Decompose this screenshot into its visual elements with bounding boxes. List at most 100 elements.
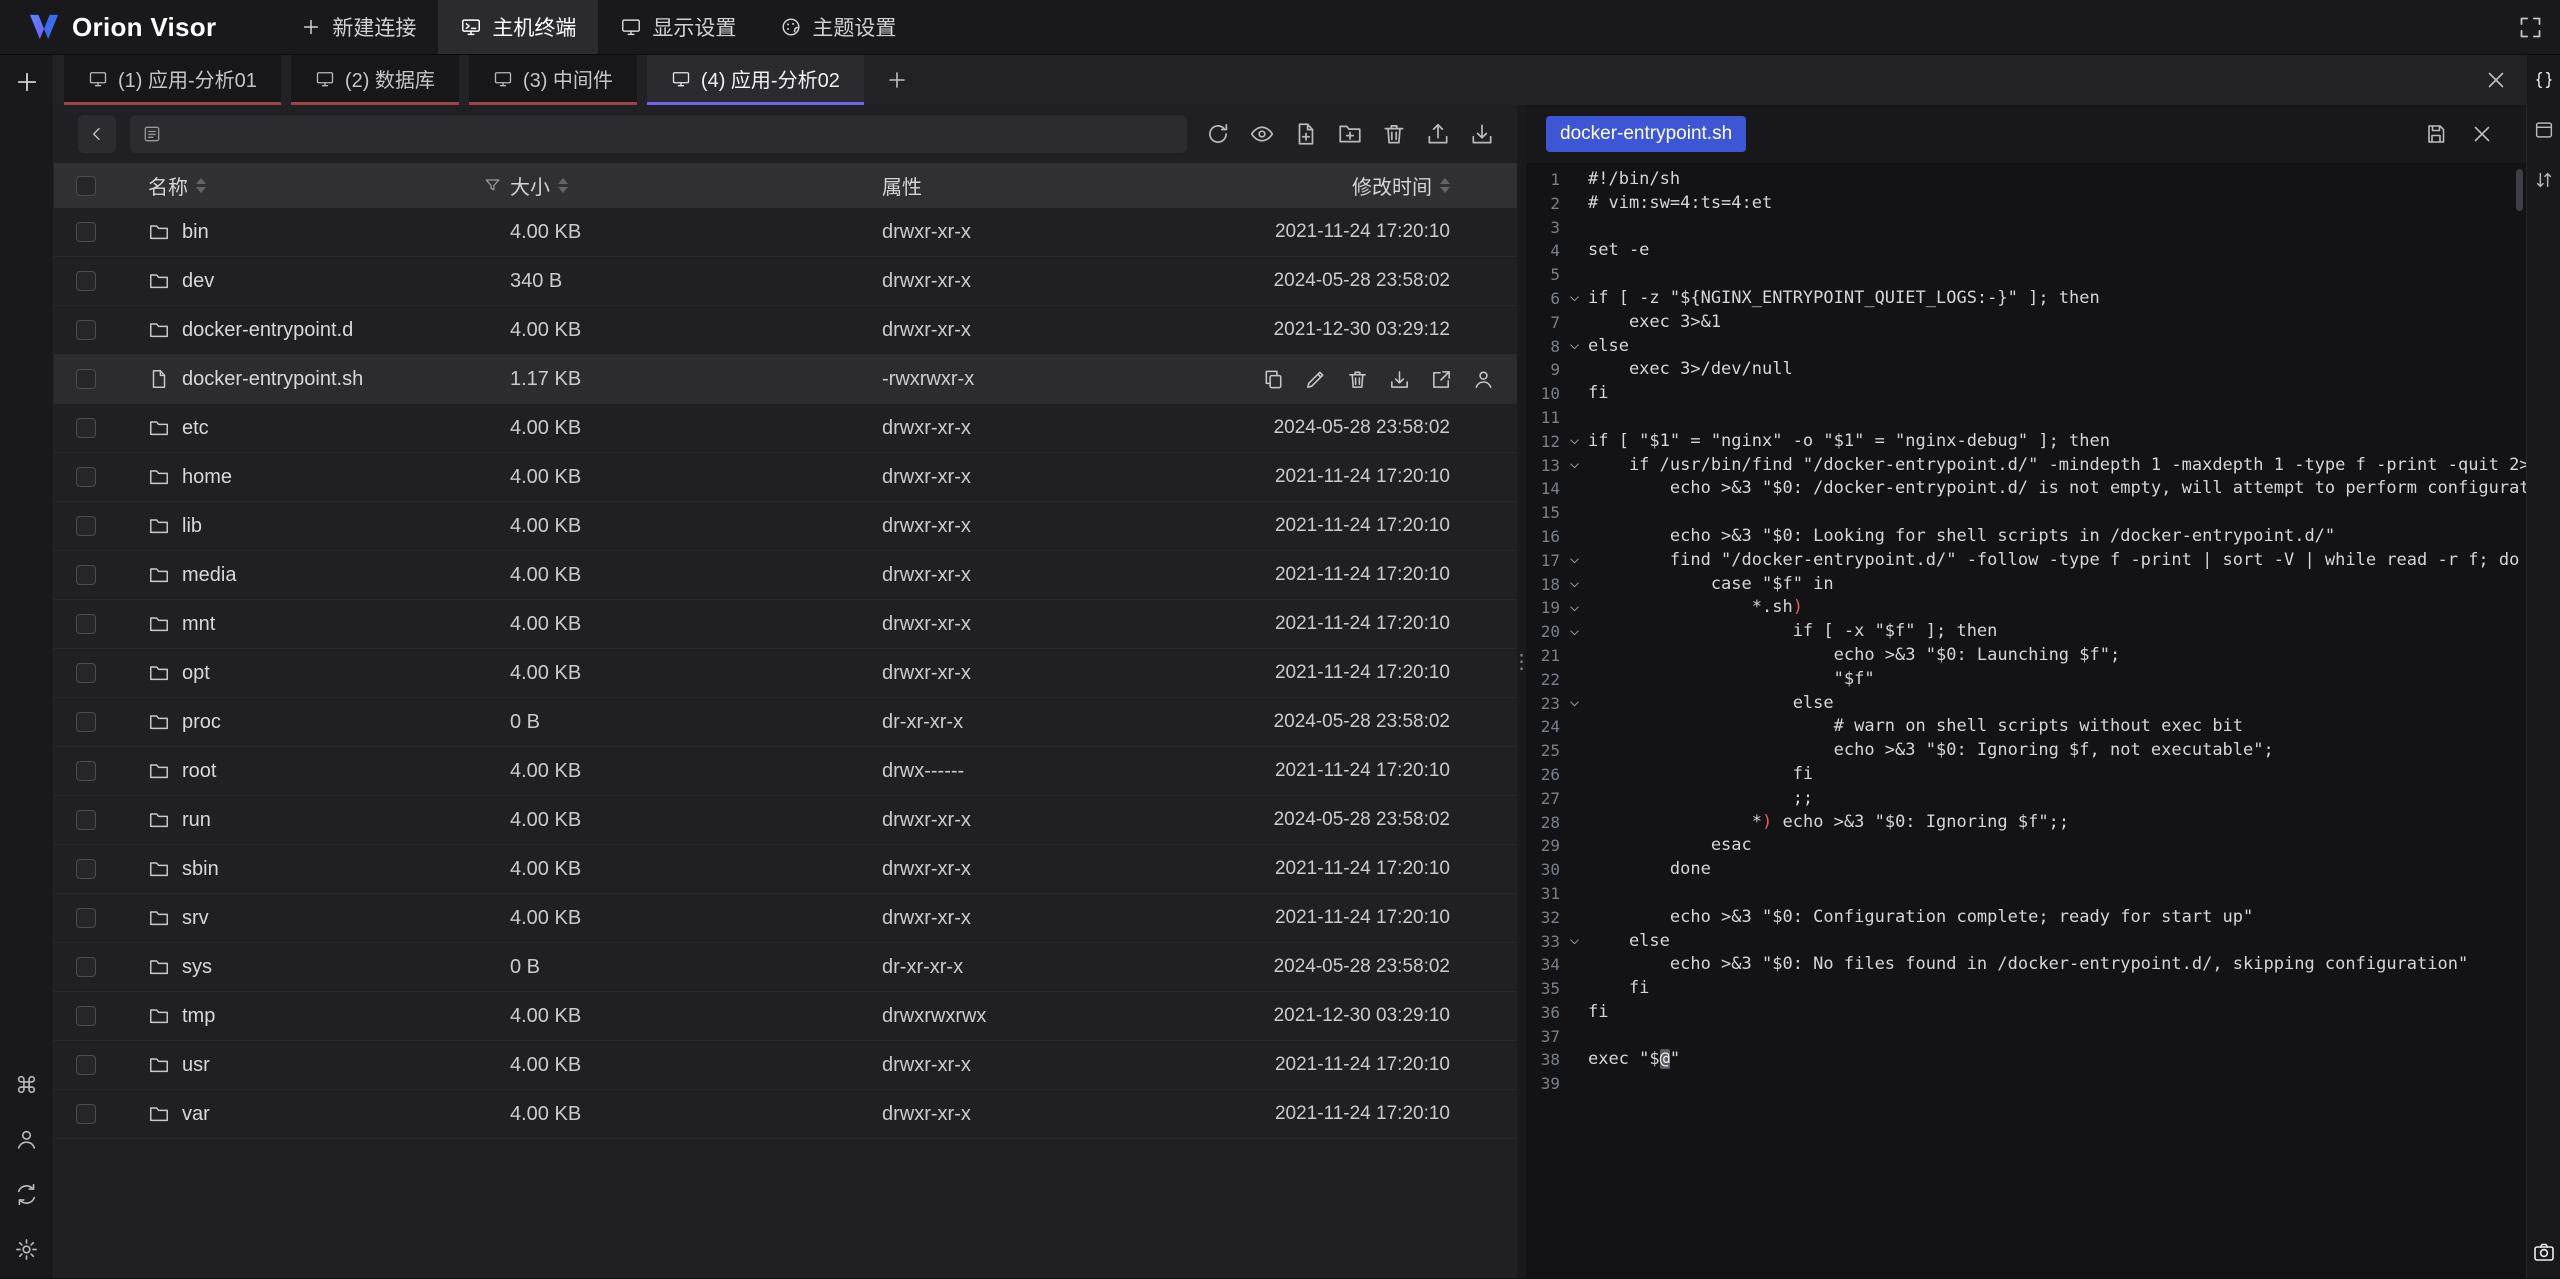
panel-window-icon[interactable] — [2533, 119, 2555, 141]
row-checkbox[interactable] — [76, 1006, 96, 1026]
sort-name-icon[interactable] — [196, 178, 206, 193]
row-checkbox[interactable] — [76, 271, 96, 291]
nav-item-theme-settings[interactable]: 主题设置 — [758, 0, 918, 54]
upload-icon[interactable] — [1425, 121, 1451, 147]
table-row[interactable]: dev 340 B drwxr-xr-x 2024-05-28 23:58:02 — [54, 257, 1517, 306]
table-row[interactable]: opt 4.00 KB drwxr-xr-x 2021-11-24 17:20:… — [54, 649, 1517, 698]
download-file-icon[interactable] — [1388, 368, 1411, 391]
table-row[interactable]: media 4.00 KB drwxr-xr-x 2021-11-24 17:2… — [54, 551, 1517, 600]
table-row[interactable]: docker-entrypoint.sh 1.17 KB -rwxrwxr-x — [54, 355, 1517, 404]
path-input[interactable] — [172, 123, 1175, 145]
row-checkbox[interactable] — [76, 516, 96, 536]
fold-caret-icon[interactable] — [1560, 549, 1588, 573]
screenshot-camera-icon[interactable] — [2532, 1240, 2556, 1264]
row-checkbox[interactable] — [76, 369, 96, 389]
table-row[interactable]: run 4.00 KB drwxr-xr-x 2024-05-28 23:58:… — [54, 796, 1517, 845]
fold-caret-icon[interactable] — [1560, 454, 1588, 478]
path-history-icon[interactable] — [142, 124, 162, 144]
delete-icon[interactable] — [1381, 121, 1407, 147]
row-checkbox[interactable] — [76, 761, 96, 781]
fold-caret-icon[interactable] — [1560, 335, 1588, 359]
app-logo[interactable]: Orion Visor — [28, 12, 216, 43]
row-checkbox[interactable] — [76, 467, 96, 487]
row-checkbox[interactable] — [76, 418, 96, 438]
table-row[interactable]: usr 4.00 KB drwxr-xr-x 2021-11-24 17:20:… — [54, 1041, 1517, 1090]
fold-caret-icon[interactable] — [1560, 430, 1588, 454]
add-tab-button[interactable] — [874, 55, 920, 105]
delete-file-icon[interactable] — [1346, 368, 1369, 391]
braces-config-icon[interactable] — [2533, 69, 2555, 91]
terminal-tab-1[interactable]: (1) 应用-分析01 — [64, 55, 281, 105]
editor-scrollbar[interactable] — [2516, 169, 2523, 211]
sync-icon[interactable] — [14, 1182, 39, 1207]
row-checkbox[interactable] — [76, 1055, 96, 1075]
row-checkbox[interactable] — [76, 614, 96, 634]
fold-caret-icon[interactable] — [1560, 596, 1588, 620]
row-checkbox[interactable] — [76, 320, 96, 340]
refresh-icon[interactable] — [1205, 121, 1231, 147]
permission-icon[interactable] — [1472, 368, 1495, 391]
terminal-tab-2[interactable]: (2) 数据库 — [291, 55, 459, 105]
fold-caret-icon[interactable] — [1560, 930, 1588, 954]
table-row[interactable]: proc 0 B dr-xr-xr-x 2024-05-28 23:58:02 — [54, 698, 1517, 747]
row-checkbox[interactable] — [76, 810, 96, 830]
table-row[interactable]: etc 4.00 KB drwxr-xr-x 2024-05-28 23:58:… — [54, 404, 1517, 453]
column-header-mtime[interactable]: 修改时间 — [1352, 171, 1432, 200]
close-all-tabs-icon[interactable] — [2484, 55, 2508, 105]
nav-item-new-connection[interactable]: 新建连接 — [278, 0, 438, 54]
code-line: 3 — [1526, 216, 2526, 240]
table-row[interactable]: home 4.00 KB drwxr-xr-x 2021-11-24 17:20… — [54, 453, 1517, 502]
row-checkbox[interactable] — [76, 663, 96, 683]
table-row[interactable]: sbin 4.00 KB drwxr-xr-x 2021-11-24 17:20… — [54, 845, 1517, 894]
fullscreen-icon[interactable] — [2517, 0, 2544, 54]
new-file-icon[interactable] — [1293, 121, 1319, 147]
column-header-name[interactable]: 名称 — [148, 171, 188, 200]
fold-caret-icon[interactable] — [1560, 573, 1588, 597]
panel-resize-handle[interactable]: ⋮ — [1517, 105, 1526, 1278]
table-row[interactable]: root 4.00 KB drwx------ 2021-11-24 17:20… — [54, 747, 1517, 796]
filter-icon[interactable] — [474, 176, 510, 195]
fold-caret-icon[interactable] — [1560, 287, 1588, 311]
table-row[interactable]: srv 4.00 KB drwxr-xr-x 2021-11-24 17:20:… — [54, 894, 1517, 943]
table-row[interactable]: lib 4.00 KB drwxr-xr-x 2021-11-24 17:20:… — [54, 502, 1517, 551]
terminal-tab-4[interactable]: (4) 应用-分析02 — [647, 55, 864, 105]
save-file-icon[interactable] — [2424, 122, 2448, 146]
row-checkbox[interactable] — [76, 222, 96, 242]
row-checkbox[interactable] — [76, 957, 96, 977]
new-panel-icon[interactable] — [13, 68, 41, 96]
table-row[interactable]: var 4.00 KB drwxr-xr-x 2021-11-24 17:20:… — [54, 1090, 1517, 1139]
table-row[interactable]: tmp 4.00 KB drwxrwxrwx 2021-12-30 03:29:… — [54, 992, 1517, 1041]
table-row[interactable]: docker-entrypoint.d 4.00 KB drwxr-xr-x 2… — [54, 306, 1517, 355]
preview-hidden-icon[interactable] — [1249, 121, 1275, 147]
swap-vertical-icon[interactable] — [2533, 169, 2555, 191]
sort-mtime-icon[interactable] — [1440, 178, 1450, 193]
table-row[interactable]: bin 4.00 KB drwxr-xr-x 2021-11-24 17:20:… — [54, 208, 1517, 257]
close-editor-icon[interactable] — [2470, 122, 2494, 146]
row-checkbox[interactable] — [76, 859, 96, 879]
terminal-tab-3[interactable]: (3) 中间件 — [469, 55, 637, 105]
row-checkbox[interactable] — [76, 1104, 96, 1124]
nav-item-host-terminal[interactable]: 主机终端 — [438, 0, 598, 54]
sort-size-icon[interactable] — [558, 178, 568, 193]
user-icon[interactable] — [14, 1127, 39, 1152]
table-row[interactable]: mnt 4.00 KB drwxr-xr-x 2021-11-24 17:20:… — [54, 600, 1517, 649]
settings-icon[interactable] — [14, 1237, 39, 1262]
row-checkbox[interactable] — [76, 712, 96, 732]
nav-item-display-settings[interactable]: 显示设置 — [598, 0, 758, 54]
table-row[interactable]: sys 0 B dr-xr-xr-x 2024-05-28 23:58:02 — [54, 943, 1517, 992]
fold-caret-icon[interactable] — [1560, 620, 1588, 644]
new-folder-icon[interactable] — [1337, 121, 1363, 147]
row-checkbox[interactable] — [76, 908, 96, 928]
copy-icon[interactable] — [1262, 368, 1285, 391]
row-checkbox[interactable] — [76, 565, 96, 585]
column-header-size[interactable]: 大小 — [510, 171, 550, 200]
back-button[interactable] — [78, 115, 116, 153]
code-editor[interactable]: 1 #!/bin/sh 2 # vim:sw=4:ts=4:et 3 4 set… — [1526, 163, 2526, 1278]
download-icon[interactable] — [1469, 121, 1495, 147]
move-icon[interactable] — [1430, 368, 1453, 391]
open-file-tag[interactable]: docker-entrypoint.sh — [1546, 116, 1746, 152]
select-all-checkbox[interactable] — [76, 176, 96, 196]
fold-caret-icon[interactable] — [1560, 692, 1588, 716]
shortcut-command-icon[interactable] — [14, 1072, 39, 1097]
edit-icon[interactable] — [1304, 368, 1327, 391]
